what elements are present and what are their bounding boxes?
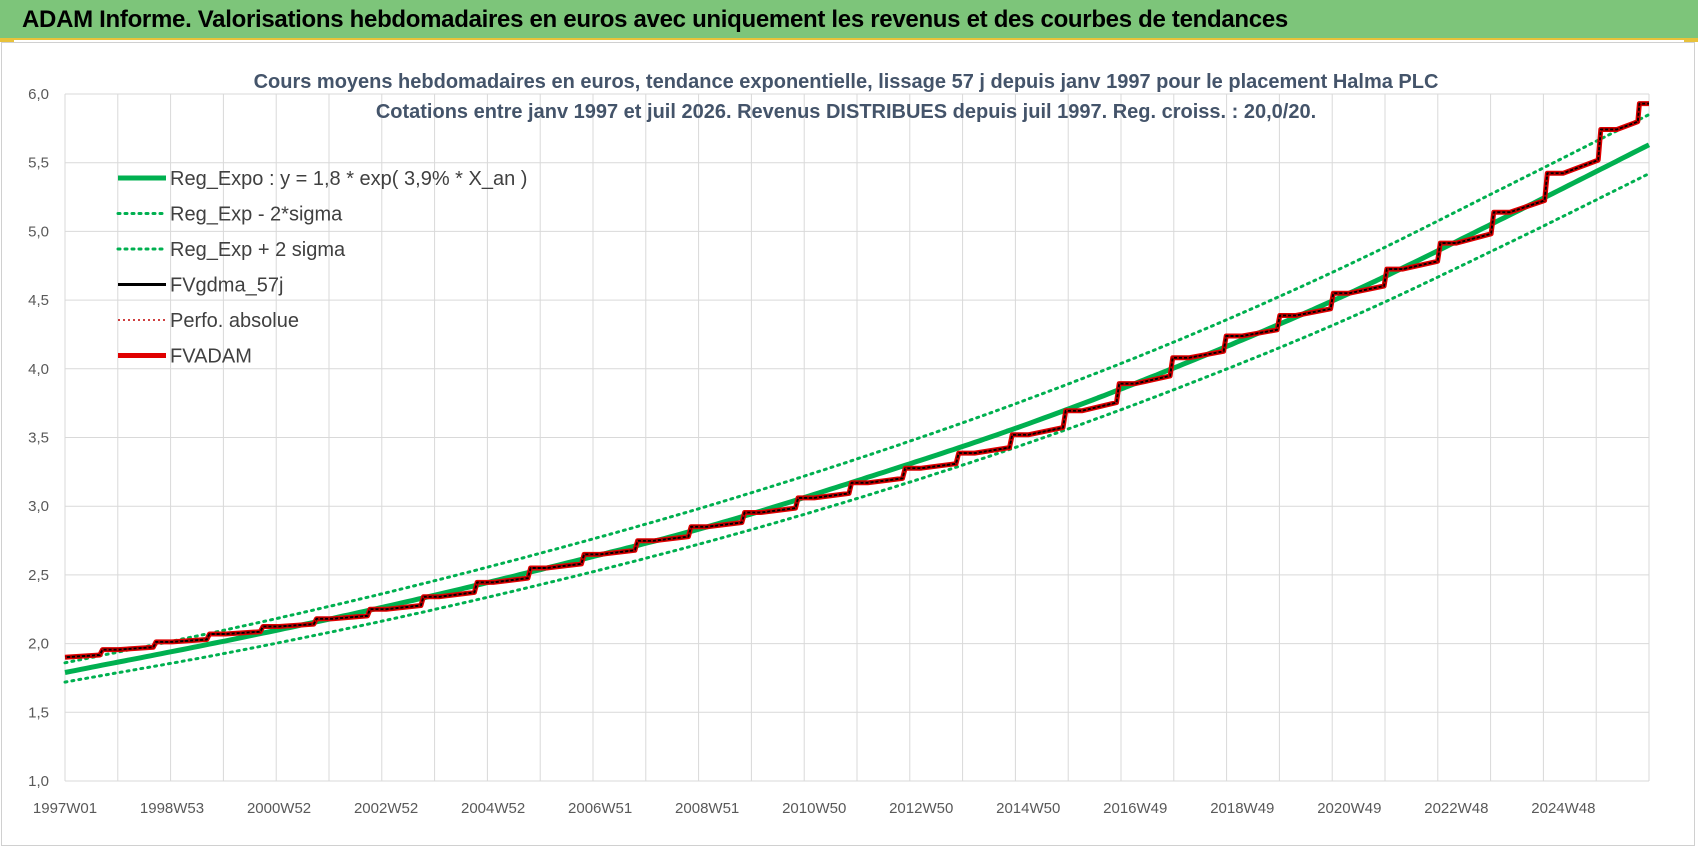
x-tick-label: 2002W52 <box>354 800 418 817</box>
y-tick-label: 1,5 <box>28 704 49 721</box>
x-tick-label: 2000W52 <box>247 800 311 817</box>
x-tick-label: 1997W01 <box>33 800 97 817</box>
legend-label: Reg_Exp + 2 sigma <box>170 239 346 261</box>
y-tick-label: 3,5 <box>28 430 49 447</box>
x-tick-label: 2024W48 <box>1531 800 1595 817</box>
y-tick-label: 4,5 <box>28 292 49 309</box>
chart-subtitle: Cotations entre janv 1997 et juil 2026. … <box>376 101 1316 123</box>
y-tick-label: 5,5 <box>28 155 49 172</box>
y-tick-label: 2,0 <box>28 636 49 653</box>
y-tick-label: 6,0 <box>28 86 49 103</box>
x-tick-label: 2012W50 <box>889 800 953 817</box>
x-tick-label: 2004W52 <box>461 800 525 817</box>
x-tick-label: 2020W49 <box>1317 800 1381 817</box>
x-tick-label: 2006W51 <box>568 800 632 817</box>
legend: Reg_Expo : y = 1,8 * exp( 3,9% * X_an ) R… <box>116 168 527 368</box>
x-axis-labels: 1997W01 1998W53 2000W52 2002W52 2004W52 2006W… <box>33 800 1596 817</box>
x-tick-label: 2022W48 <box>1424 800 1488 817</box>
chart: 1,0 1,5 2,0 2,5 3,0 3,5 4,0 4,5 5,0 5,5 6,0 1997W0… <box>28 71 1651 817</box>
y-tick-label: 1,0 <box>28 773 49 790</box>
x-tick-label: 2014W50 <box>996 800 1060 817</box>
y-axis-labels: 1,0 1,5 2,0 2,5 3,0 3,5 4,0 4,5 5,0 5,5 6,0 <box>28 86 49 790</box>
x-tick-label: 2018W49 <box>1210 800 1274 817</box>
gridlines <box>64 93 1650 782</box>
chart-title: Cours moyens hebdomadaires en euros, ten… <box>254 71 1439 93</box>
y-tick-label: 5,0 <box>28 223 49 240</box>
legend-label: Reg_Exp - 2*sigma <box>170 204 343 226</box>
y-tick-label: 3,0 <box>28 498 49 515</box>
legend-label: Perfo. absolue <box>170 310 299 332</box>
y-tick-label: 2,5 <box>28 567 49 584</box>
x-tick-label: 1998W53 <box>140 800 204 817</box>
x-tick-label: 2008W51 <box>675 800 739 817</box>
legend-label: FVADAM <box>170 346 252 368</box>
legend-label: Reg_Expo : y = 1,8 * exp( 3,9% * X_an ) <box>170 168 527 190</box>
x-tick-label: 2016W49 <box>1103 800 1167 817</box>
legend-label: FVgdma_57j <box>170 275 283 297</box>
x-tick-label: 2010W50 <box>782 800 846 817</box>
y-tick-label: 4,0 <box>28 361 49 378</box>
